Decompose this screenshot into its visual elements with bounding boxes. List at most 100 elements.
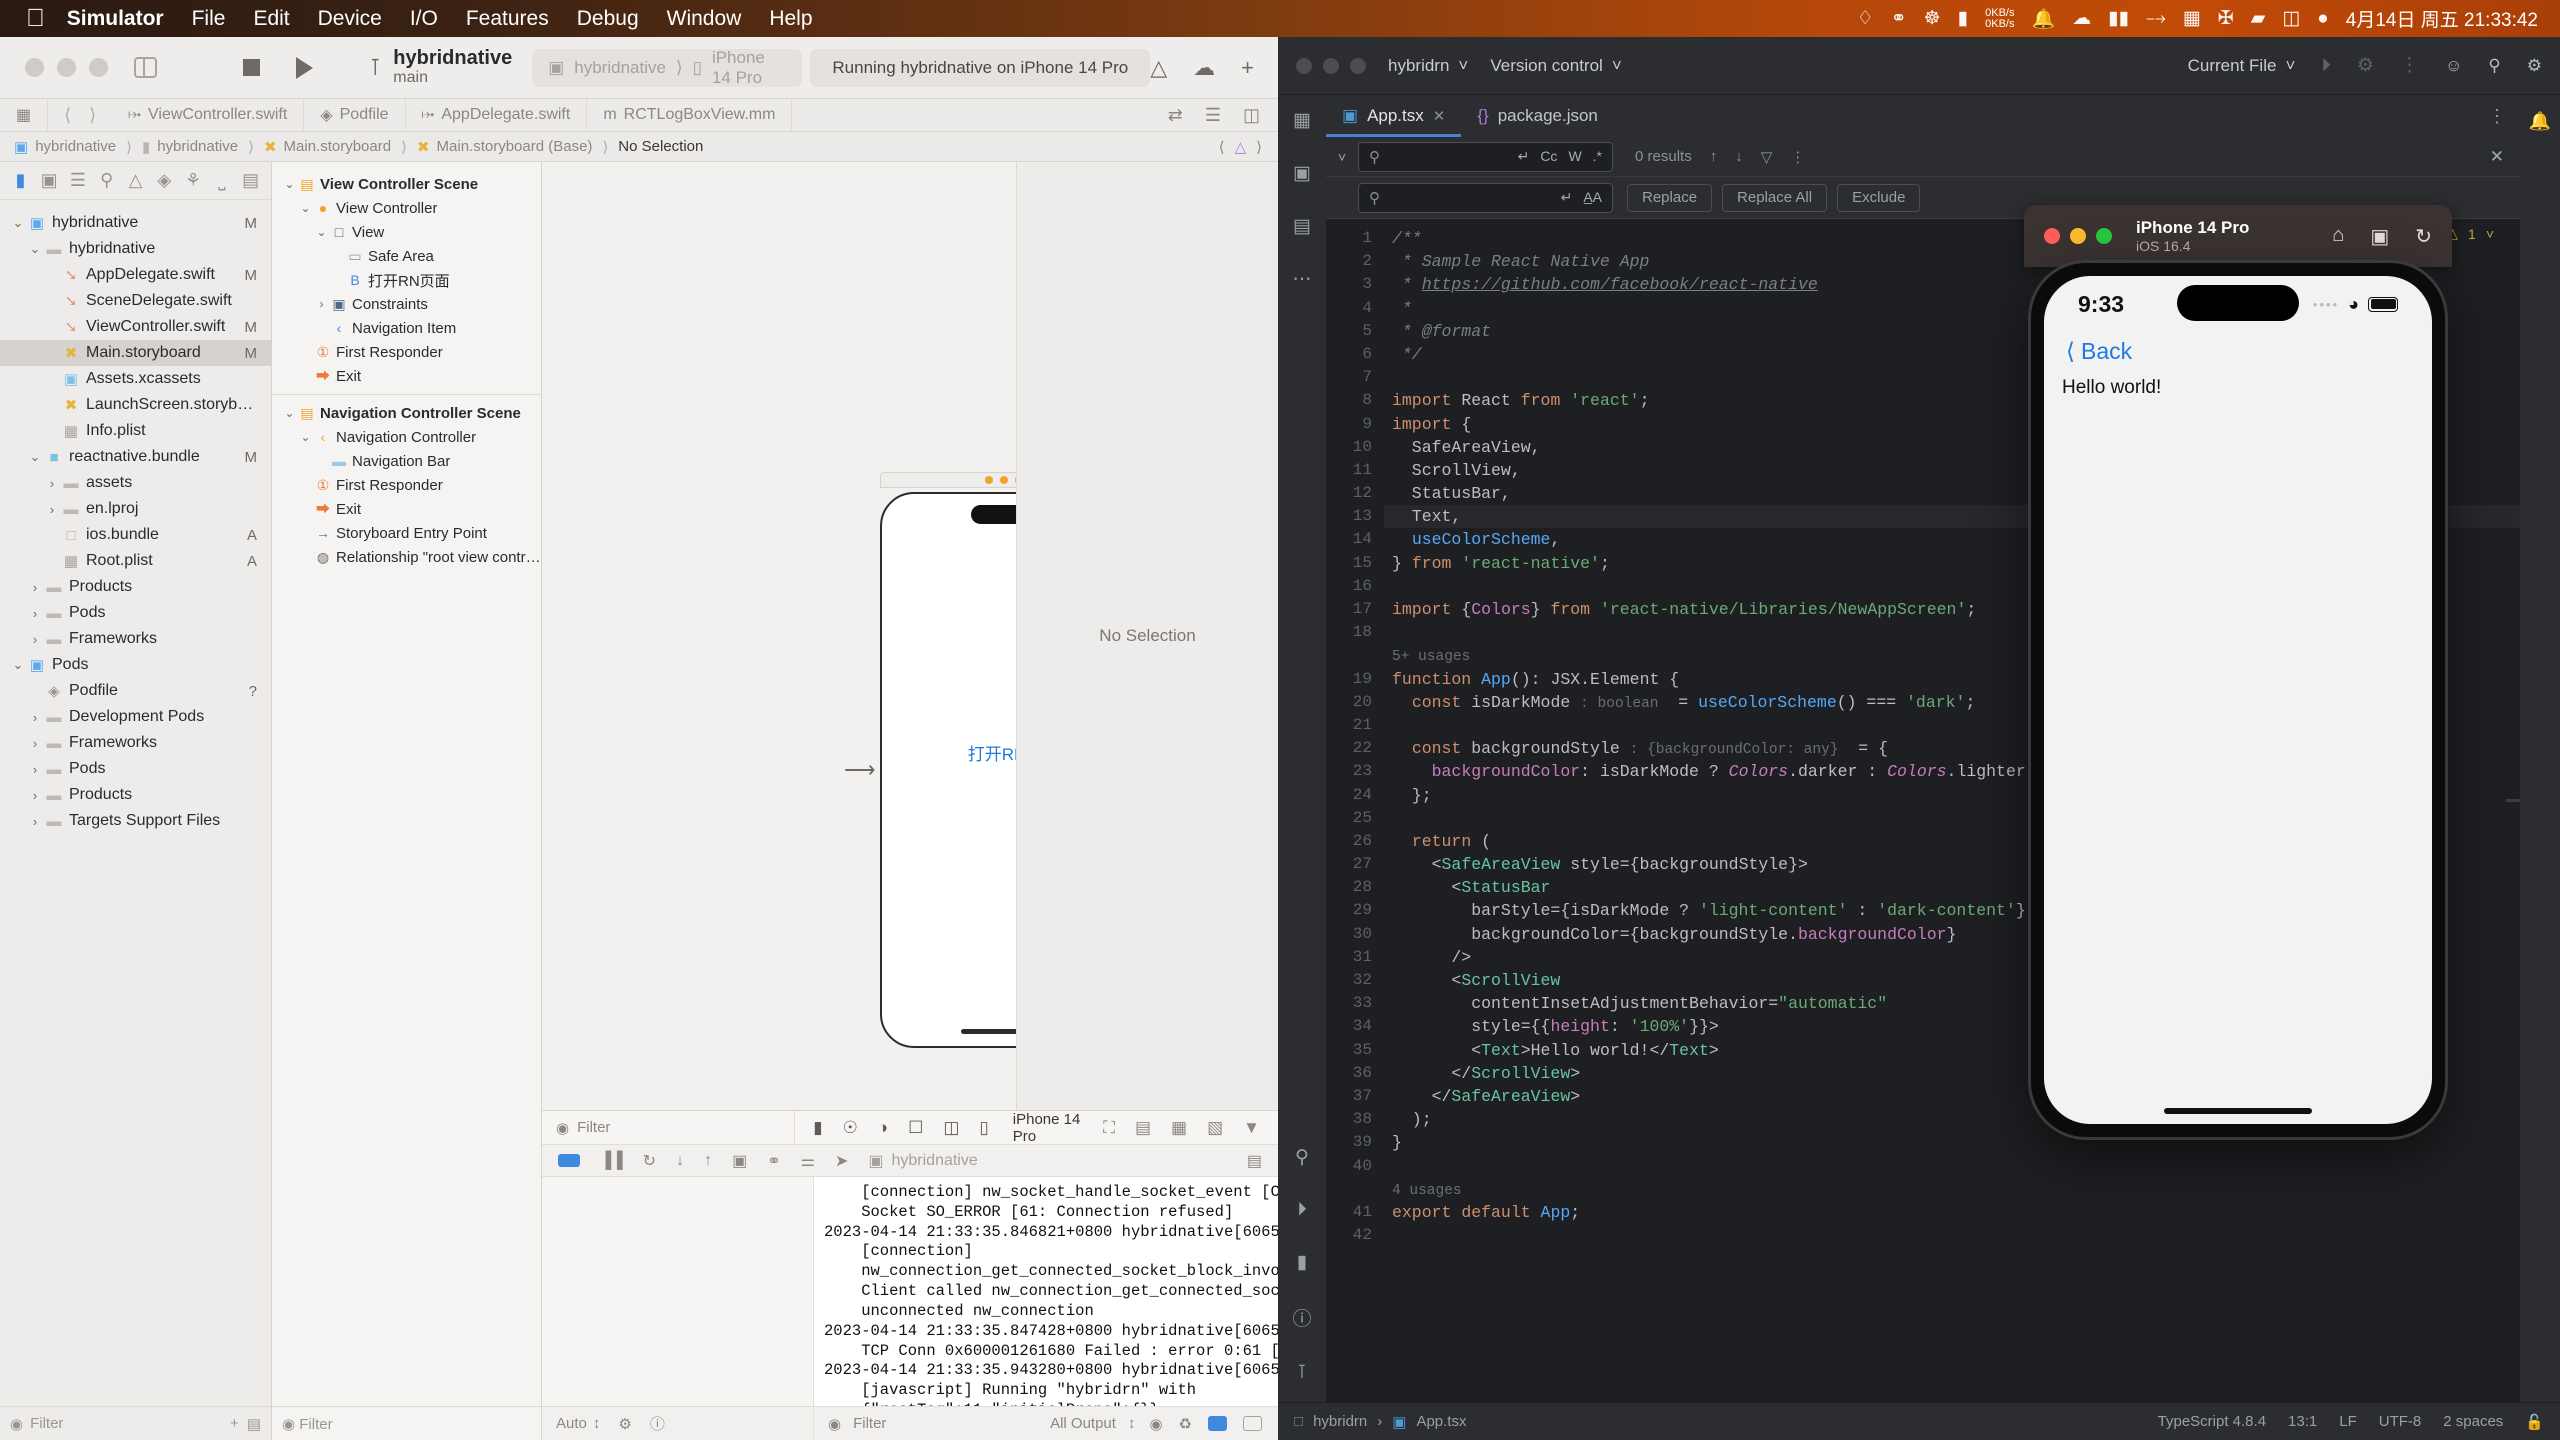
code-line[interactable]: 4 usages [1384, 1178, 2520, 1201]
outline-row[interactable]: ⮕ Exit [272, 497, 541, 521]
disclosure-triangle-icon[interactable]: ⌄ [314, 225, 329, 239]
outline-row[interactable]: ⌄ ‹ Navigation Controller [272, 425, 541, 449]
file-tree-row[interactable]: ◈ Podfile? [0, 678, 271, 704]
bluetooth-off-icon[interactable]: ⤍ [2146, 8, 2166, 30]
outline-row[interactable]: ① First Responder [272, 340, 541, 364]
file-tree-row[interactable]: ✖ LaunchScreen.storyboard [0, 392, 271, 418]
tab-appdelegate-swift[interactable]: ⤠ AppDelegate.swift [406, 98, 588, 132]
canvas-filter-field[interactable]: ◉ Filter [542, 1110, 796, 1145]
breakpoint-navigator-icon[interactable]: ⎵ [207, 170, 236, 191]
caret-position[interactable]: 13:1 [2288, 1413, 2317, 1430]
step-into-icon[interactable]: ↓ [676, 1152, 684, 1170]
home-icon[interactable]: ⌂ [2332, 224, 2344, 249]
indent-setting[interactable]: 2 spaces [2443, 1413, 2503, 1430]
disclosure-triangle-icon[interactable]: ⌄ [27, 449, 43, 465]
menu-item-edit[interactable]: Edit [253, 7, 289, 31]
file-tree-row[interactable]: ➘ AppDelegate.swift M [0, 262, 271, 288]
disclosure-triangle-icon[interactable]: › [27, 788, 43, 803]
storyboard-canvas[interactable]: 打开RN页面 打开RN页面 ⟶ [542, 162, 1278, 1110]
run-button[interactable] [296, 56, 314, 79]
xcode-window-controls[interactable] [0, 58, 108, 77]
file-tree-row[interactable]: ➘ ViewController.swift M [0, 314, 271, 340]
breadcrumb-item-folder[interactable]: ▮ hybridnative [142, 138, 238, 156]
ide-window-controls[interactable] [1296, 57, 1366, 74]
siri-icon[interactable]: ● [2317, 8, 2328, 30]
menu-item-window[interactable]: Window [667, 7, 742, 31]
menu-item-help[interactable]: Help [769, 7, 812, 31]
disclosure-triangle-icon[interactable]: ⌄ [298, 430, 313, 444]
menu-item-simulator[interactable]: Simulator [67, 7, 164, 31]
scissors-icon[interactable]: ✠ [2218, 7, 2234, 30]
disclosure-triangle-icon[interactable]: › [314, 297, 329, 311]
maximize-button[interactable] [2096, 228, 2112, 244]
warning-icon[interactable]: △ [121, 170, 150, 191]
compare-icon[interactable]: ⇄ [1168, 105, 1183, 126]
add-icon[interactable]: + [1241, 55, 1254, 81]
next-issue-icon[interactable]: ⟩ [1256, 138, 1262, 156]
accessibility-icon[interactable]: ☉ [843, 1118, 858, 1138]
process-chip[interactable]: ▣ hybridnative [868, 1151, 977, 1171]
code-line[interactable]: export default App; [1384, 1201, 2520, 1224]
forward-icon[interactable]: ⟩ [89, 105, 96, 126]
orientation-icon[interactable]: ☐ [908, 1118, 923, 1138]
rotate-icon[interactable]: ↻ [2415, 224, 2432, 249]
environment-icon[interactable]: ⚌ [801, 1151, 815, 1171]
close-icon[interactable]: ✕ [1433, 107, 1446, 125]
inspector-icon[interactable]: ◫ [1243, 105, 1260, 126]
disclosure-triangle-icon[interactable]: ⌄ [27, 241, 43, 257]
file-tree-row[interactable]: ▦ Root.plist A [0, 548, 271, 574]
test-navigator-icon[interactable]: ◈ [150, 170, 179, 191]
lock-icon[interactable]: 🔓 [2525, 1413, 2544, 1431]
settings-icon[interactable]: ⚙ [2527, 56, 2542, 76]
add-constraint-icon[interactable]: ▧ [1207, 1118, 1223, 1138]
storyboard-outline-tree[interactable]: ⌄ ▤ View Controller Scene ⌄ ● View Controller… [272, 162, 541, 1406]
filter-options-icon[interactable]: ▤ [247, 1415, 261, 1433]
tab-podfile[interactable]: ◈ Podfile [304, 98, 406, 132]
file-tree-row[interactable]: ▣ Assets.xcassets [0, 366, 271, 392]
lines-icon[interactable]: ☰ [1205, 105, 1221, 126]
scene-dot-yellow[interactable] [985, 476, 993, 484]
status-breadcrumb-file[interactable]: App.tsx [1416, 1413, 1466, 1430]
more-icon[interactable]: ⋮ [2400, 54, 2419, 77]
disclosure-triangle-icon[interactable]: ⌄ [298, 201, 313, 215]
minimize-button[interactable] [57, 58, 76, 77]
toggle-console-icon[interactable] [1243, 1416, 1262, 1431]
disclosure-triangle-icon[interactable]: › [44, 476, 60, 491]
outline-row[interactable]: ⮕ Exit [272, 364, 541, 388]
outline-row[interactable]: ▭ Safe Area [272, 244, 541, 268]
symbol-navigator-icon[interactable]: ☰ [64, 170, 93, 191]
console-filter-icon[interactable]: ◉ [1149, 1415, 1162, 1433]
warning-icon[interactable]: △ [1150, 55, 1167, 81]
report-navigator-icon[interactable]: ▤ [236, 170, 265, 191]
filter-icon[interactable]: ▽ [1761, 148, 1773, 166]
scene-dot-orange[interactable] [1000, 476, 1008, 484]
tab-viewcontroller-swift[interactable]: ⤠ ViewController.swift [112, 98, 305, 132]
notifications-icon[interactable]: 🔔 [2529, 111, 2551, 132]
commit-icon[interactable]: ▣ [1293, 162, 1311, 185]
prev-match-icon[interactable]: ↑ [1710, 148, 1718, 165]
key-icon[interactable]: ⚭ [1891, 7, 1907, 30]
menu-item-debug[interactable]: Debug [577, 7, 639, 31]
file-tree-row[interactable]: › ▬ Products [0, 782, 271, 808]
simulator-window[interactable]: iPhone 14 Pro iOS 16.4 ⌂ ▣ ↻ 9:33 •••• ◕ [2024, 205, 2452, 1147]
console-layout-icon[interactable]: ▤ [1247, 1151, 1262, 1171]
pause-icon[interactable]: ▐▐ [600, 1152, 623, 1170]
outline-row[interactable]: › ▣ Constraints [272, 292, 541, 316]
simulator-screen[interactable]: 9:33 •••• ◕ ⟨ Back Hello world! [2044, 276, 2432, 1124]
file-tree-row[interactable]: › ▬ Pods [0, 600, 271, 626]
close-find-icon[interactable]: ✕ [2490, 147, 2520, 167]
line-separator[interactable]: LF [2339, 1413, 2357, 1430]
outline-row[interactable]: B 打开RN页面 [272, 268, 541, 292]
file-tree-row[interactable]: › ▬ Development Pods [0, 704, 271, 730]
tab-app-tsx[interactable]: ▣ App.tsx ✕ [1326, 95, 1462, 137]
toggle-navigator-button[interactable] [134, 57, 158, 78]
tab-package-json[interactable]: {} package.json [1461, 95, 1614, 137]
structure-icon[interactable]: ▤ [1293, 215, 1311, 238]
resolve-issues-icon[interactable]: ▼ [1243, 1118, 1260, 1138]
stack-icon[interactable]: ▤ [1135, 1118, 1151, 1138]
menu-item-device[interactable]: Device [318, 7, 382, 31]
file-tree-row[interactable]: □ ios.bundle A [0, 522, 271, 548]
status-breadcrumb-project[interactable]: hybridrn [1313, 1413, 1367, 1430]
file-tree-row[interactable]: › ▬ assets [0, 470, 271, 496]
info-icon[interactable]: ⓘ [650, 1413, 665, 1434]
